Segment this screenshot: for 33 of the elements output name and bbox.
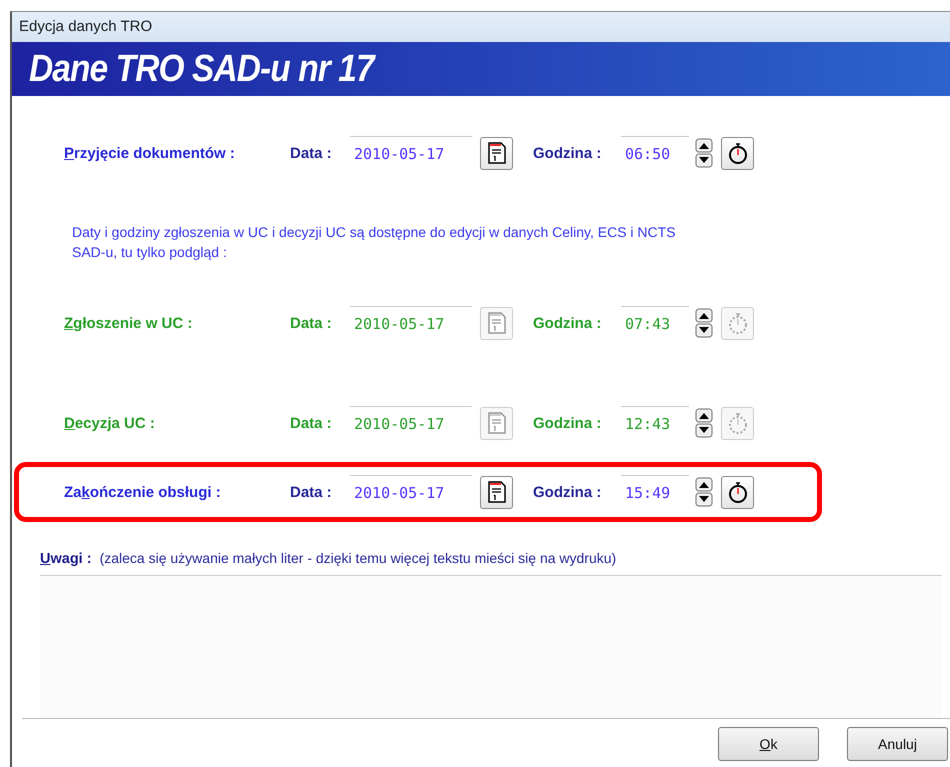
date-label: Data : [290, 144, 333, 162]
time-label: Godzina : [533, 414, 602, 432]
row-label: Przyjęcie dokumentów : [64, 144, 236, 162]
spinner-arrows-icon [695, 308, 713, 338]
clock-button[interactable] [721, 136, 754, 170]
window-title: Edycja danych TRO [19, 18, 152, 36]
clock-button[interactable] [721, 476, 754, 509]
calendar-icon [486, 480, 508, 504]
calendar-icon [486, 411, 508, 436]
time-spinner[interactable] [695, 477, 713, 508]
calendar-button[interactable] [480, 136, 513, 170]
time-label: Godzina : [533, 144, 602, 162]
calendar-icon [486, 141, 508, 166]
row-label: Decyzja UC : [64, 414, 156, 432]
spinner-arrows-icon [695, 408, 713, 438]
date-label: Data : [290, 484, 333, 501]
time-label: Godzina : [533, 484, 602, 501]
row-label: Zgłoszenie w UC : [64, 314, 194, 332]
calendar-button[interactable] [480, 476, 513, 509]
info-note: Daty i godziny zgłoszenia w UC i decyzji UC są dostępne do edycji w danych Celiny, ECS i NCTS SAD-u, tu tylko podgląd : [72, 223, 677, 262]
banner-title: Dane TRO SAD-u nr 17 [29, 48, 374, 90]
time-spinner[interactable] [695, 138, 713, 168]
spinner-arrows-icon [695, 138, 713, 168]
cancel-button[interactable]: Anuluj [847, 726, 948, 761]
remarks-label: Uwagi : [40, 551, 92, 568]
remarks-hint: (zaleca się używanie małych liter - dzięki temu więcej tekstu mieści się na wydruku) [100, 550, 616, 566]
ok-button[interactable]: Ok [718, 726, 819, 761]
calendar-icon [486, 311, 508, 336]
spinner-arrows-icon [695, 477, 713, 508]
time-label: Godzina : [533, 314, 602, 332]
row-label: Zakończenie obsługi : [64, 484, 222, 501]
date-label: Data : [290, 314, 333, 332]
date-label: Data : [290, 414, 333, 432]
